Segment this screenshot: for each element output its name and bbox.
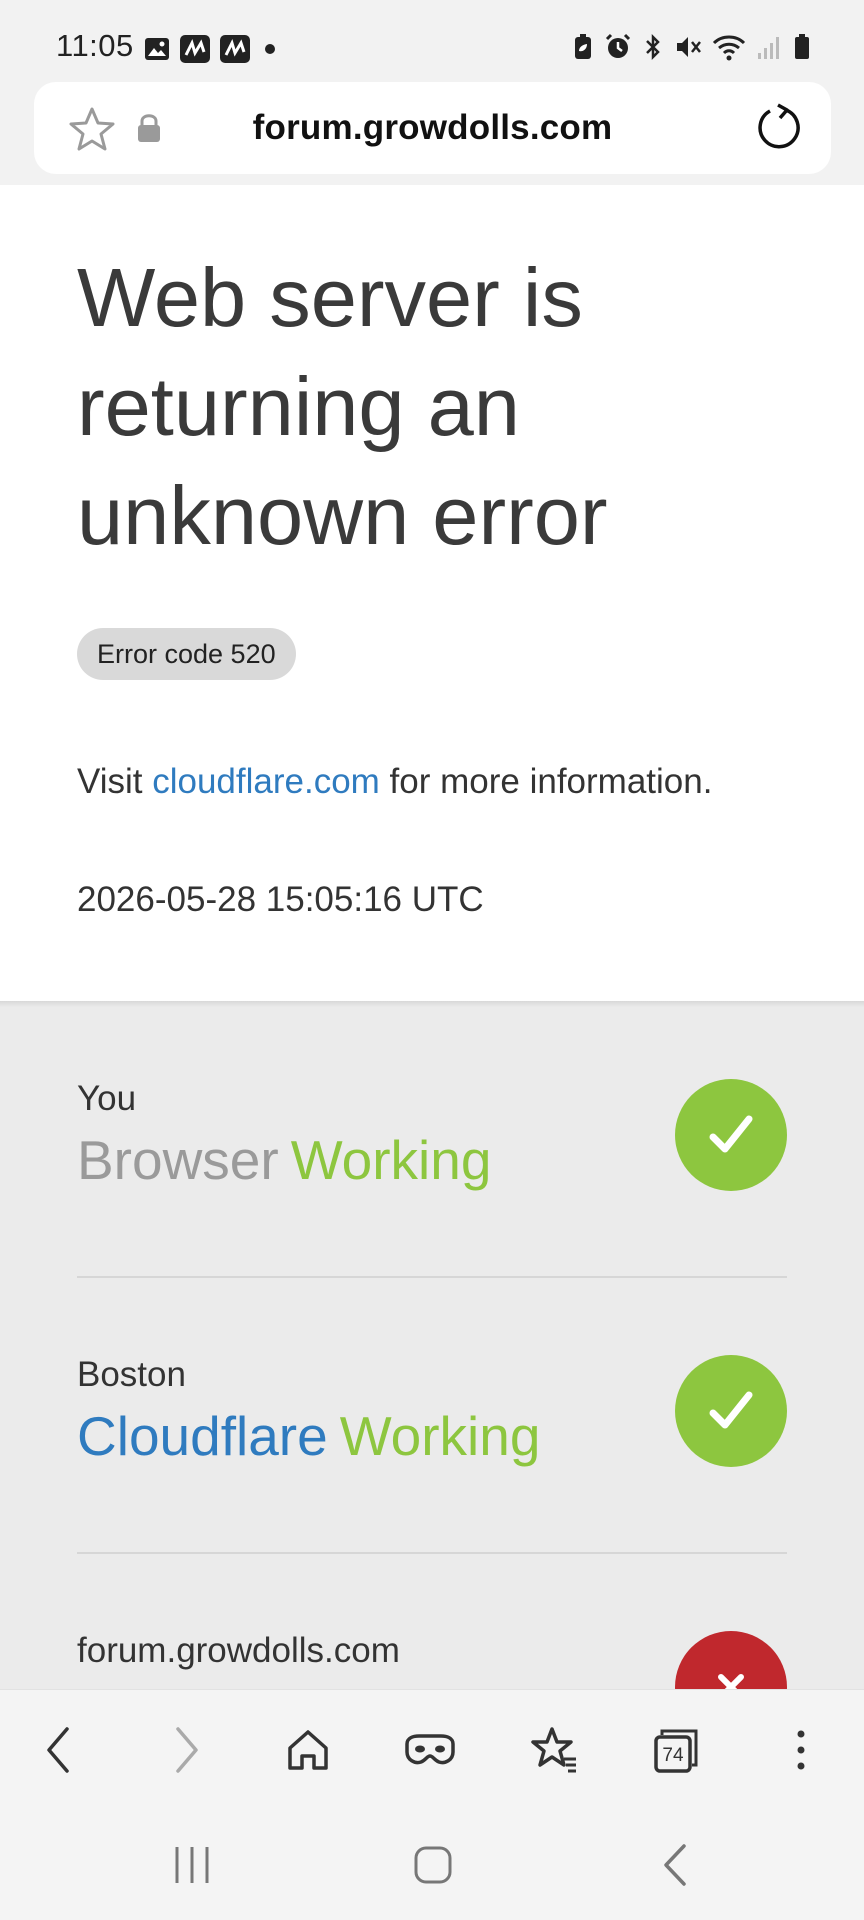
node-status: Working: [339, 1405, 541, 1467]
node-location: You: [77, 1079, 137, 1118]
address-bar[interactable]: forum.growdolls.com: [34, 82, 831, 174]
tabs-icon[interactable]: 74: [645, 1718, 709, 1782]
bookmarks-icon[interactable]: [522, 1718, 586, 1782]
forward-icon[interactable]: [154, 1718, 218, 1782]
node-cloudflare: Boston Cloudflare Working: [77, 1277, 787, 1553]
visit-suffix: for more information.: [379, 762, 713, 801]
visit-prefix: Visit: [77, 762, 153, 801]
back-icon[interactable]: [27, 1718, 91, 1782]
recents-icon[interactable]: [152, 1835, 232, 1895]
mute-icon: [674, 33, 702, 66]
home-icon[interactable]: [276, 1718, 340, 1782]
alarm-icon: [604, 33, 632, 66]
battery-saver-icon: [572, 33, 594, 66]
secret-mode-icon[interactable]: [398, 1718, 462, 1782]
bluetooth-icon: [642, 33, 664, 66]
error-content: Web server is returning an unknown error…: [0, 185, 864, 1001]
url-text[interactable]: forum.growdolls.com: [34, 108, 831, 148]
status-time: 11:05: [56, 28, 134, 63]
battery-icon: [792, 33, 812, 66]
tab-count: 74: [662, 1745, 684, 1766]
status-ok-icon: [675, 1355, 787, 1467]
app-icon: [179, 34, 211, 69]
more-icon[interactable]: [769, 1718, 833, 1782]
wifi-icon: [712, 33, 746, 66]
error-timestamp: 2026-05-28 15:05:16 UTC: [77, 880, 484, 919]
error-code-badge: Error code 520: [77, 628, 296, 680]
reload-icon[interactable]: [751, 100, 803, 159]
node-browser: You Browser Working: [77, 1001, 787, 1277]
browser-toolbar: 74: [0, 1689, 864, 1806]
node-status: Working: [290, 1129, 492, 1191]
node-location: forum.growdolls.com: [77, 1631, 400, 1670]
system-navigation: [0, 1805, 864, 1920]
node-location: Boston: [77, 1355, 186, 1394]
system-back-icon[interactable]: [636, 1835, 716, 1895]
status-ok-icon: [675, 1079, 787, 1191]
node-name: Browser: [77, 1129, 279, 1191]
signal-icon: [756, 33, 782, 66]
dot-icon: [259, 35, 281, 68]
node-name: Cloudflare: [77, 1405, 328, 1467]
node-title: Browser Working: [77, 1125, 491, 1195]
page-title: Web server is returning an unknown error: [77, 251, 608, 562]
node-host: forum.growdolls.com: [77, 1553, 787, 1689]
connection-status-section: You Browser Working Boston Cloudflare Work…: [0, 1001, 864, 1689]
app-icon: [219, 34, 251, 69]
status-bar: 11:05: [0, 0, 864, 80]
status-error-icon: [675, 1631, 787, 1689]
gallery-icon: [143, 35, 171, 68]
cloudflare-link[interactable]: cloudflare.com: [152, 762, 380, 801]
system-home-icon[interactable]: [393, 1835, 473, 1895]
visit-info: Visit cloudflare.com for more informatio…: [77, 759, 797, 805]
node-title: Cloudflare Working: [77, 1401, 540, 1471]
